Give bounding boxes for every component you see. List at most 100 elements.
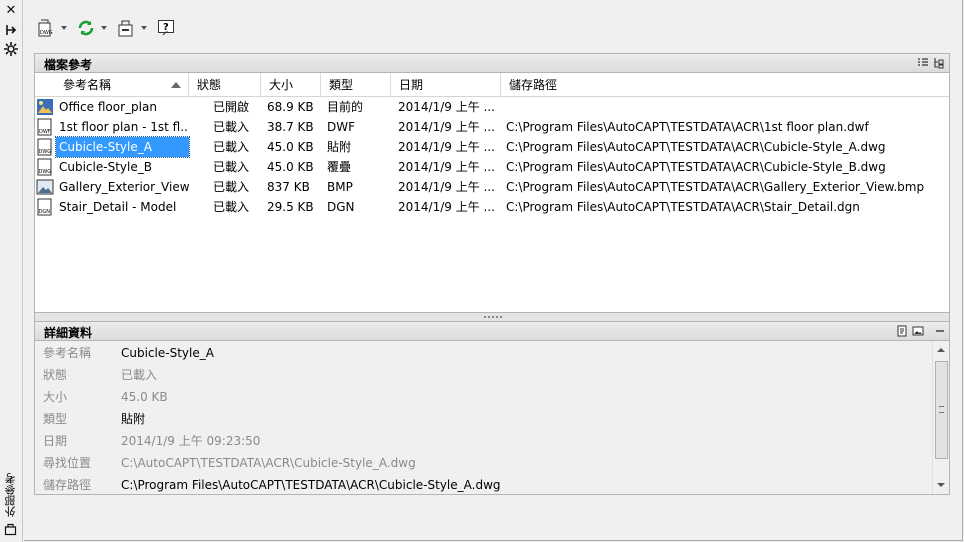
help-button[interactable]: ? xyxy=(154,18,186,38)
col-size[interactable]: 大小 xyxy=(261,73,321,97)
attach-dwg-icon: DWG xyxy=(36,18,56,38)
collapse-icon[interactable] xyxy=(934,325,946,337)
ref-size: 837 KB xyxy=(267,180,310,194)
file-refs-title: 檔案參考 xyxy=(44,58,93,72)
detail-value: 已載入 xyxy=(121,368,158,382)
ref-path: C:\Program Files\AutoCAPT\TESTDATA\ACR\G… xyxy=(506,180,925,194)
refresh-button[interactable] xyxy=(74,18,107,38)
details-scrollbar[interactable] xyxy=(932,341,949,494)
detail-row: 類型 貼附 xyxy=(35,408,931,430)
svg-text:DWG: DWG xyxy=(39,169,52,175)
col-ref-name[interactable]: 參考名稱 xyxy=(53,73,189,97)
col-date-label: 日期 xyxy=(399,78,424,92)
preview-view-icon[interactable] xyxy=(912,325,924,337)
refresh-dropdown-arrow[interactable] xyxy=(101,26,107,30)
table-row[interactable]: Office floor_plan 已開啟 68.9 KB 目前的 2014/1… xyxy=(35,97,949,117)
col-status[interactable]: 狀態 xyxy=(189,73,261,97)
ref-path: C:\Program Files\AutoCAPT\TESTDATA\ACR\1… xyxy=(506,120,869,134)
col-saved-path[interactable]: 儲存路徑 xyxy=(501,73,949,97)
ref-type: 目前的 xyxy=(327,100,364,114)
table-row[interactable]: Gallery_Exterior_View 已載入 837 KB BMP 201… xyxy=(35,177,949,197)
ref-size: 45.0 KB xyxy=(267,160,314,174)
ref-path: C:\Program Files\AutoCAPT\TESTDATA\ACR\C… xyxy=(506,140,886,154)
ref-size: 45.0 KB xyxy=(267,140,314,154)
ref-date: 2014/1/9 上午 ... xyxy=(398,100,495,114)
close-icon[interactable]: ✕ xyxy=(4,4,18,18)
detail-value[interactable]: 貼附 xyxy=(121,408,145,430)
details-view-icon[interactable] xyxy=(896,325,908,337)
palette-title-bar: ✕ 外部參考 xyxy=(0,0,23,542)
ref-status: 已開啟 xyxy=(213,100,250,114)
ref-status: 已載入 xyxy=(213,180,250,194)
ref-type: DGN xyxy=(327,200,355,214)
file-refs-list[interactable]: 參考名稱 狀態 大小 類型 日期 儲存路徑 Office floor_plan … xyxy=(34,73,950,313)
detail-label: 類型 xyxy=(43,412,68,426)
col-size-label: 大小 xyxy=(269,78,294,92)
ref-name: Gallery_Exterior_View xyxy=(59,180,189,194)
panel-splitter[interactable] xyxy=(34,313,950,321)
col-ref-name-label: 參考名稱 xyxy=(63,78,112,92)
ref-path xyxy=(506,97,946,117)
refresh-icon xyxy=(76,18,96,38)
svg-text:DWG: DWG xyxy=(39,149,52,155)
sort-ascending-icon xyxy=(171,82,181,88)
scroll-down-icon[interactable] xyxy=(937,483,945,487)
palette-menu-icon[interactable] xyxy=(4,522,18,536)
scroll-up-icon[interactable] xyxy=(937,348,945,352)
ref-name: Stair_Detail - Model xyxy=(59,200,177,214)
ref-type: BMP xyxy=(327,180,353,194)
help-icon: ? xyxy=(156,18,176,38)
detail-value[interactable]: C:\Program Files\AutoCAPT\TESTDATA\ACR\C… xyxy=(121,474,501,496)
ref-name: Cubicle-Style_A xyxy=(55,136,190,158)
detail-label: 日期 xyxy=(43,434,68,448)
table-row[interactable]: DWG Cubicle-Style_B 已載入 45.0 KB 覆疊 2014/… xyxy=(35,157,949,177)
change-path-icon xyxy=(116,18,136,38)
scroll-thumb[interactable] xyxy=(935,361,948,459)
properties-icon[interactable] xyxy=(4,42,18,56)
attach-dropdown-arrow[interactable] xyxy=(61,26,67,30)
detail-label: 參考名稱 xyxy=(43,346,92,360)
table-row[interactable]: DWF 1st floor plan - 1st fl... 已載入 38.7 … xyxy=(35,117,949,137)
svg-text:DWG: DWG xyxy=(40,30,53,36)
change-path-button[interactable] xyxy=(114,18,147,38)
col-path-label: 儲存路徑 xyxy=(509,78,558,92)
dwg-icon: DWG xyxy=(36,158,54,176)
ref-status: 已載入 xyxy=(213,160,250,174)
attach-dwg-button[interactable]: DWG xyxy=(34,18,67,38)
autohide-icon[interactable] xyxy=(4,23,18,37)
ref-date: 2014/1/9 上午 ... xyxy=(398,180,495,194)
detail-label: 尋找位置 xyxy=(43,456,92,470)
ref-status: 已載入 xyxy=(213,140,250,154)
path-dropdown-arrow[interactable] xyxy=(141,26,147,30)
ref-name: Cubicle-Style_B xyxy=(59,160,152,174)
detail-row: 狀態 已載入 xyxy=(35,364,931,386)
ref-path: C:\Program Files\AutoCAPT\TESTDATA\ACR\S… xyxy=(506,200,860,214)
ref-type: 貼附 xyxy=(327,140,352,154)
dwg-icon: DWG xyxy=(36,138,54,156)
detail-row: 日期 2014/1/9 上午 09:23:50 xyxy=(35,430,931,452)
svg-text:DWF: DWF xyxy=(39,129,51,135)
palette-title: 外部參考 xyxy=(4,473,17,517)
col-type[interactable]: 類型 xyxy=(321,73,391,97)
ref-status: 已載入 xyxy=(213,120,250,134)
ref-size: 68.9 KB xyxy=(267,100,314,114)
ref-path: C:\Program Files\AutoCAPT\TESTDATA\ACR\C… xyxy=(506,160,886,174)
detail-label: 大小 xyxy=(43,390,68,404)
ref-date: 2014/1/9 上午 ... xyxy=(398,160,495,174)
table-row-selected[interactable]: DWG Cubicle-Style_A 已載入 45.0 KB 貼附 2014/… xyxy=(35,136,949,158)
list-view-icon[interactable] xyxy=(917,57,929,69)
detail-value[interactable]: Cubicle-Style_A xyxy=(121,342,214,364)
ref-name: 1st floor plan - 1st fl... xyxy=(59,120,189,134)
tree-view-icon[interactable] xyxy=(933,57,945,69)
detail-label: 狀態 xyxy=(43,368,68,382)
image-icon xyxy=(36,178,54,196)
ref-status: 已載入 xyxy=(213,200,250,214)
splitter-grip[interactable] xyxy=(484,316,502,318)
detail-row: 尋找位置 C:\AutoCAPT\TESTDATA\ACR\Cubicle-St… xyxy=(35,452,931,474)
detail-row: 儲存路徑 C:\Program Files\AutoCAPT\TESTDATA\… xyxy=(35,474,931,496)
detail-row: 大小 45.0 KB xyxy=(35,386,931,408)
table-row[interactable]: DGN Stair_Detail - Model 已載入 29.5 KB DGN… xyxy=(35,197,949,217)
ref-size: 29.5 KB xyxy=(267,200,314,214)
col-date[interactable]: 日期 xyxy=(391,73,501,97)
ref-date: 2014/1/9 上午 ... xyxy=(398,200,495,214)
